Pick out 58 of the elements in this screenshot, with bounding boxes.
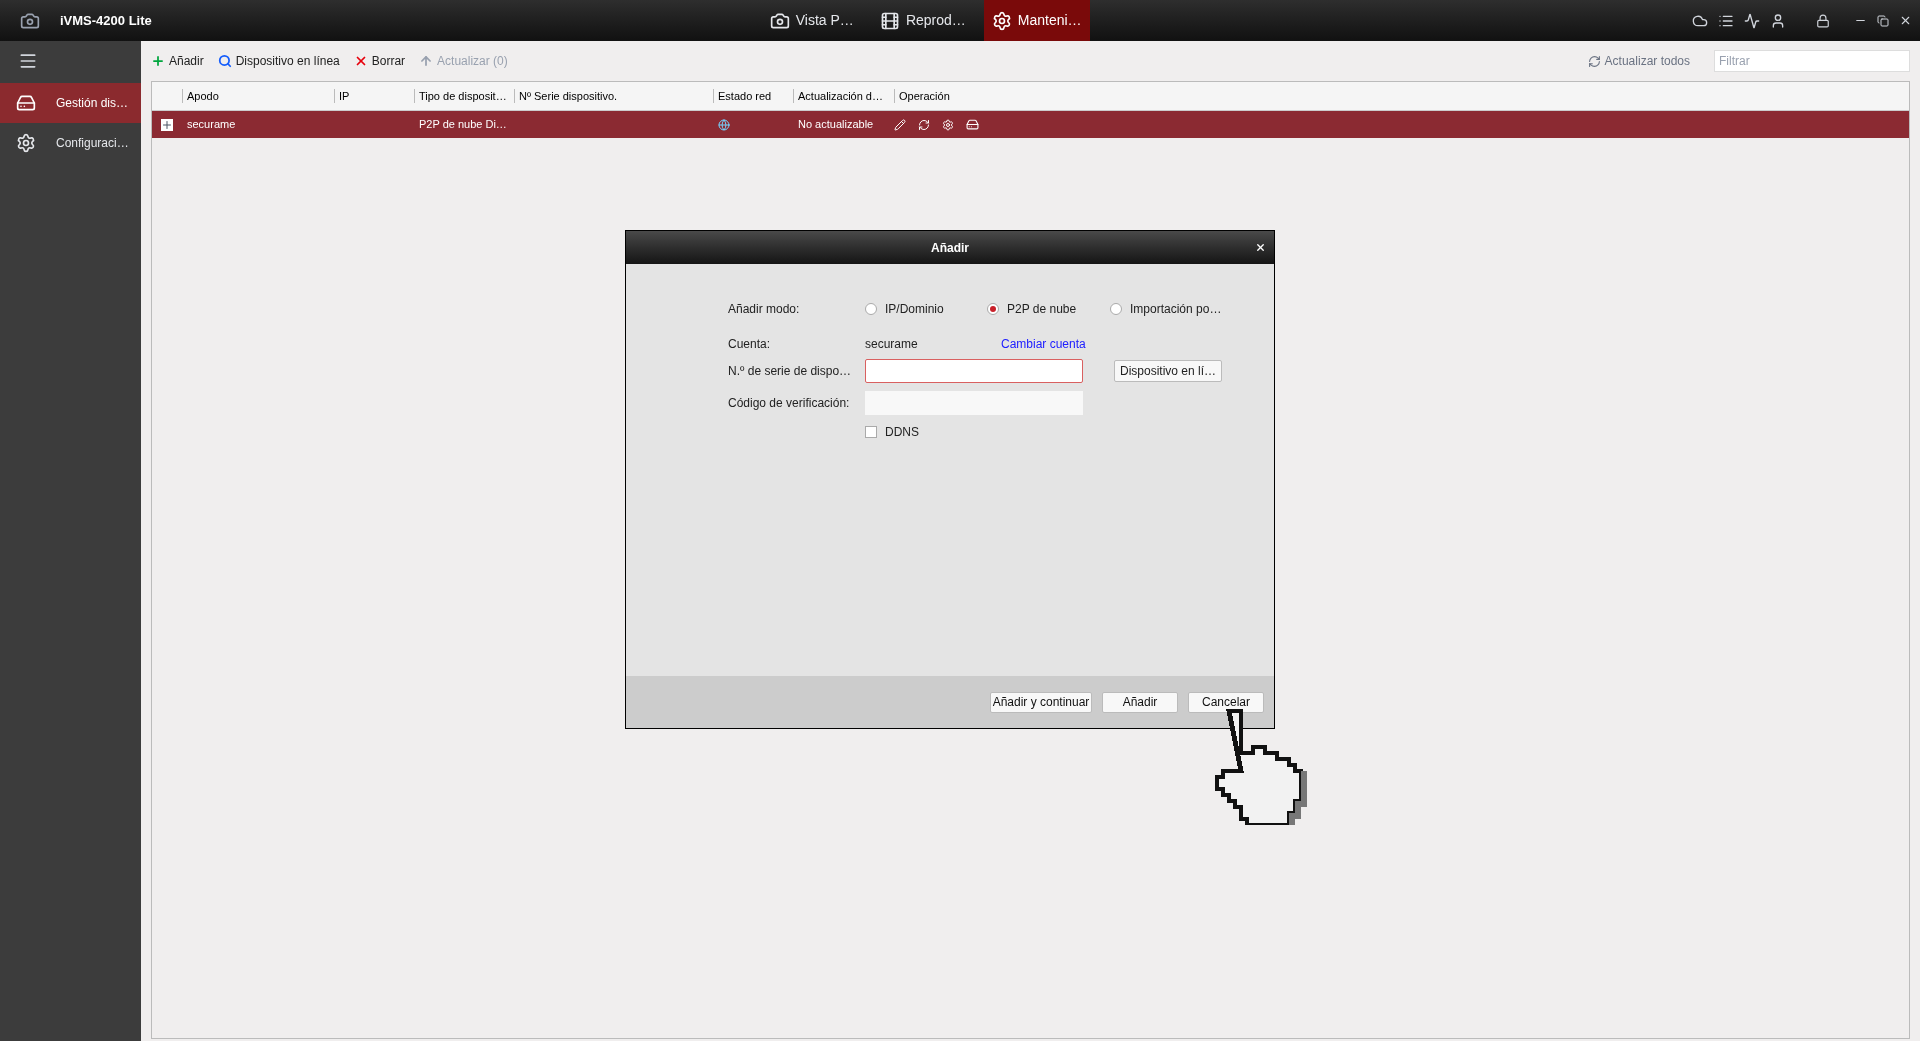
globe-icon bbox=[718, 118, 730, 131]
plus-icon bbox=[151, 54, 165, 68]
table-cell-text: securame bbox=[187, 117, 236, 133]
restore-icon[interactable] bbox=[1877, 14, 1889, 27]
gear-icon[interactable] bbox=[942, 118, 954, 131]
column-header[interactable]: Actualización d… bbox=[798, 87, 883, 105]
app-title: iVMS-4200 Lite bbox=[60, 11, 152, 30]
lock-icon[interactable] bbox=[1816, 13, 1830, 28]
close-icon[interactable] bbox=[1255, 242, 1266, 253]
serial-field[interactable] bbox=[865, 359, 1083, 383]
mode-radio[interactable]: P2P de nube bbox=[987, 300, 1110, 318]
mode-radio[interactable]: IP/Dominio bbox=[865, 300, 987, 318]
ddns-checkbox[interactable]: DDNS bbox=[865, 423, 919, 441]
field-label: Cuenta: bbox=[728, 336, 772, 353]
dialog-title: Añadir bbox=[931, 239, 969, 257]
refresh-all-button[interactable]: Actualizar todos bbox=[1587, 52, 1690, 70]
filter-field[interactable]: Filtrar bbox=[1714, 50, 1910, 72]
toolbar-button[interactable]: Borrar bbox=[353, 52, 406, 70]
column-header[interactable]: Tipo de disposit… bbox=[419, 87, 507, 105]
dialog-button[interactable]: Añadir bbox=[1102, 691, 1178, 713]
sidebar-item[interactable]: Configuraci… bbox=[0, 123, 141, 163]
edit-icon[interactable] bbox=[894, 118, 906, 131]
column-header[interactable]: IP bbox=[339, 87, 350, 105]
table-row[interactable]: securame P2P de nube Di… No actualizable bbox=[152, 111, 1909, 138]
refresh-icon[interactable] bbox=[918, 118, 930, 131]
expand-icon[interactable] bbox=[161, 118, 173, 131]
film-icon bbox=[879, 10, 900, 31]
toolbar-button[interactable]: Añadir bbox=[151, 52, 204, 70]
column-header[interactable]: Operación bbox=[899, 87, 950, 105]
online-device-button[interactable]: Dispositivo en lí… bbox=[1114, 360, 1222, 382]
user-icon[interactable] bbox=[1770, 12, 1786, 29]
top-tab[interactable]: Manteni… bbox=[983, 0, 1090, 41]
gear-icon bbox=[16, 133, 36, 153]
dialog-button[interactable]: Añadir y continuar bbox=[990, 691, 1092, 713]
sidebar-item[interactable]: Gestión dis… bbox=[0, 83, 141, 123]
field-label: Código de verificación: bbox=[728, 395, 851, 412]
top-tab[interactable]: Vista P… bbox=[761, 0, 862, 41]
menu-icon[interactable] bbox=[18, 51, 38, 71]
dialog-button[interactable]: Cancelar bbox=[1188, 691, 1264, 713]
column-header[interactable]: Nº Serie dispositivo. bbox=[519, 87, 618, 105]
mode-radio[interactable]: Importación po… bbox=[1110, 300, 1233, 318]
toolbar-button[interactable]: Dispositivo en línea bbox=[217, 52, 340, 70]
field-label: N.º de serie de dispo… bbox=[728, 363, 853, 380]
column-header[interactable]: Apodo bbox=[187, 87, 219, 105]
gear-icon bbox=[991, 10, 1012, 31]
table-cell-text: No actualizable bbox=[798, 117, 874, 133]
drive-icon bbox=[16, 93, 36, 113]
change-account-link[interactable]: Cambiar cuenta bbox=[1001, 335, 1086, 353]
column-header[interactable]: Estado red bbox=[718, 87, 772, 105]
pulse-icon[interactable] bbox=[1744, 12, 1760, 29]
account-name: securame bbox=[865, 336, 919, 353]
top-tab[interactable]: Reprod… bbox=[871, 0, 974, 41]
table-cell-text: P2P de nube Di… bbox=[419, 117, 507, 133]
field-label: Añadir modo: bbox=[728, 301, 801, 318]
close-icon[interactable] bbox=[1899, 14, 1912, 27]
refresh-icon bbox=[1587, 54, 1601, 68]
device-icon[interactable] bbox=[966, 118, 979, 131]
search-icon bbox=[217, 54, 232, 68]
